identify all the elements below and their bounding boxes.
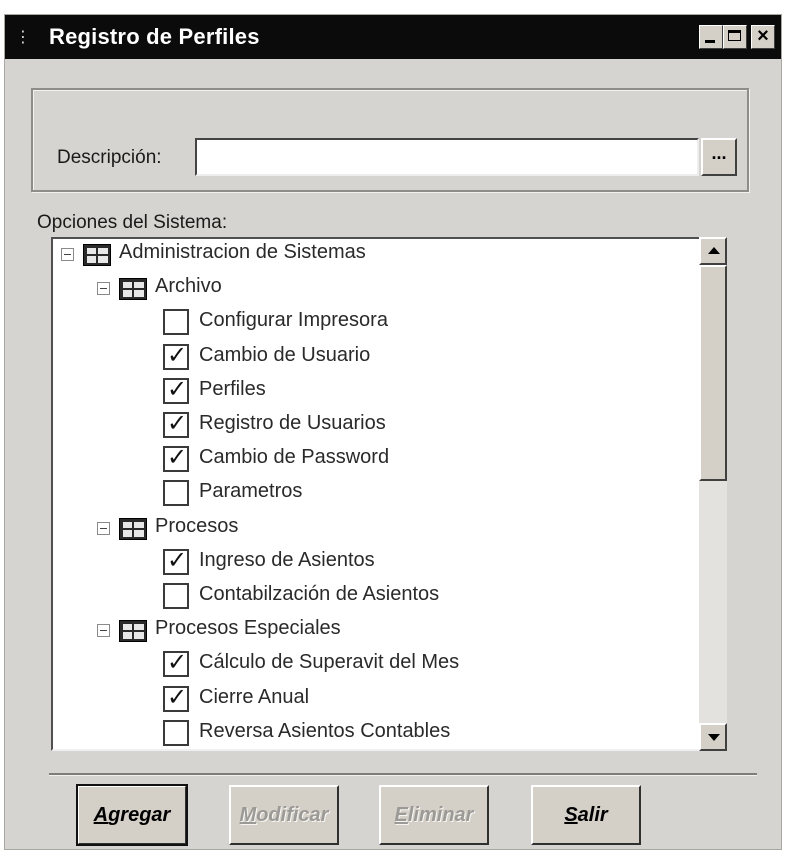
option-checkbox[interactable]: ✓ — [163, 443, 189, 473]
tree-item-label: Ingreso de Asientos — [199, 548, 375, 571]
registro-perfiles-window: ⋮ Registro de Perfiles × Descripción: ..… — [4, 14, 782, 850]
tree-group-label: Archivo — [155, 275, 222, 298]
delete-label-rest: liminar — [407, 804, 474, 826]
collapse-toggle-icon[interactable] — [97, 521, 110, 535]
exit-mnemonic: S — [564, 804, 578, 826]
tree-item-row[interactable]: ✓ Cambio de Password — [53, 444, 693, 478]
tree-item-row[interactable]: Contabilzación de Asientos — [53, 581, 693, 615]
add-label-rest: gregar — [108, 804, 171, 826]
tree-scrollbar[interactable] — [699, 237, 727, 751]
option-checkbox[interactable] — [163, 480, 189, 507]
tree-group-row[interactable]: Archivo — [53, 273, 693, 307]
tree-item-label: Configurar Impresora — [199, 309, 388, 332]
modify-mnemonic: M — [239, 804, 257, 826]
tree-group-row[interactable]: Procesos Especiales — [53, 615, 693, 649]
separator — [49, 773, 757, 776]
description-label: Descripción: — [57, 147, 162, 168]
tree-item-row[interactable]: ✓ Cálculo de Superavit del Mes — [53, 649, 693, 683]
tree-item-row[interactable]: ✓ Ingreso de Asientos — [53, 547, 693, 581]
module-icon — [119, 278, 147, 301]
exit-button[interactable]: Salir — [531, 785, 641, 845]
option-checkbox[interactable]: ✓ — [163, 374, 189, 404]
collapse-toggle-icon[interactable] — [97, 624, 110, 638]
checkmark-icon: ✓ — [167, 340, 188, 369]
checkmark-icon: ✓ — [167, 409, 188, 437]
tree-item-label: Cálculo de Superavit del Mes — [199, 651, 460, 674]
title-bar[interactable]: ⋮ Registro de Perfiles × — [5, 15, 781, 59]
close-button[interactable]: × — [751, 25, 775, 49]
delete-mnemonic: E — [394, 804, 408, 826]
option-checkbox[interactable] — [163, 719, 189, 746]
tree-group-row[interactable]: Administracion de Sistemas — [53, 239, 693, 273]
arrow-up-icon — [708, 247, 720, 254]
scroll-up-button[interactable] — [699, 237, 727, 265]
checkmark-icon: ✓ — [167, 443, 188, 472]
module-icon — [119, 517, 147, 540]
checkmark-icon: ✓ — [167, 682, 188, 711]
tree-item-label: Contabilzación de Asientos — [199, 583, 440, 605]
option-checkbox[interactable]: ✓ — [163, 409, 189, 438]
minimize-icon — [705, 40, 715, 43]
description-groupbox: Descripción: ... — [31, 88, 749, 192]
tree-item-row[interactable]: Reversa Asientos Contables — [53, 718, 693, 749]
maximize-icon — [728, 30, 741, 41]
minimize-button[interactable] — [699, 25, 723, 49]
tree-item-row[interactable]: ✓ Registro de Usuarios — [53, 410, 693, 444]
option-checkbox[interactable]: ✓ — [163, 545, 189, 575]
option-checkbox[interactable]: ✓ — [163, 648, 189, 678]
delete-button[interactable]: Eliminar — [379, 785, 489, 845]
modify-button[interactable]: Modificar — [229, 785, 339, 845]
tree-item-row[interactable]: ✓ Cambio de Usuario — [53, 342, 693, 376]
tree-group-label: Administracion de Sistemas — [119, 241, 366, 263]
module-icon — [119, 620, 147, 643]
app-icon[interactable]: ⋮ — [15, 28, 31, 46]
options-tree[interactable]: Administracion de Sistemas Archivo Configu… — [51, 237, 703, 751]
tree-item-row[interactable]: Parametros — [53, 478, 693, 512]
window-title: Registro de Perfiles — [49, 24, 260, 49]
system-options-label: Opciones del Sistema: — [37, 212, 228, 233]
tree-item-label: Cambio de Password — [199, 446, 390, 469]
maximize-button[interactable] — [723, 25, 747, 49]
tree-group-label: Procesos Especiales — [155, 617, 341, 640]
tree-group-label: Procesos — [155, 514, 239, 537]
scroll-down-button[interactable] — [699, 723, 727, 751]
tree-item-label: Registro de Usuarios — [199, 412, 386, 434]
browse-button[interactable]: ... — [701, 138, 737, 176]
module-icon — [83, 244, 111, 266]
tree-item-label: Reversa Asientos Contables — [199, 719, 451, 742]
collapse-toggle-icon[interactable] — [97, 282, 110, 296]
description-input[interactable] — [195, 138, 699, 176]
option-checkbox[interactable]: ✓ — [163, 682, 189, 712]
tree-item-label: Perfiles — [199, 377, 266, 400]
option-checkbox[interactable] — [163, 309, 189, 336]
option-checkbox[interactable]: ✓ — [163, 340, 189, 370]
arrow-down-icon — [708, 734, 720, 741]
checkmark-icon: ✓ — [167, 648, 188, 677]
collapse-toggle-icon[interactable] — [61, 248, 74, 261]
tree-item-label: Parametros — [199, 480, 303, 503]
modify-label-rest: odificar — [256, 804, 329, 826]
add-mnemonic: A — [93, 804, 109, 826]
checkmark-icon: ✓ — [167, 545, 188, 574]
tree-item-row[interactable]: ✓ Cierre Anual — [53, 684, 693, 718]
add-button[interactable]: Agregar — [76, 784, 188, 846]
tree-item-label: Cambio de Usuario — [199, 343, 371, 366]
option-checkbox[interactable] — [163, 583, 189, 609]
tree-item-row[interactable]: Configurar Impresora — [53, 307, 693, 341]
exit-label-rest: alir — [577, 804, 608, 826]
tree-group-row[interactable]: Procesos — [53, 513, 693, 547]
tree-item-label: Cierre Anual — [199, 685, 310, 708]
tree-item-row[interactable]: ✓ Perfiles — [53, 376, 693, 410]
scroll-thumb[interactable] — [699, 265, 727, 481]
close-icon: × — [757, 25, 769, 47]
checkmark-icon: ✓ — [167, 374, 188, 403]
